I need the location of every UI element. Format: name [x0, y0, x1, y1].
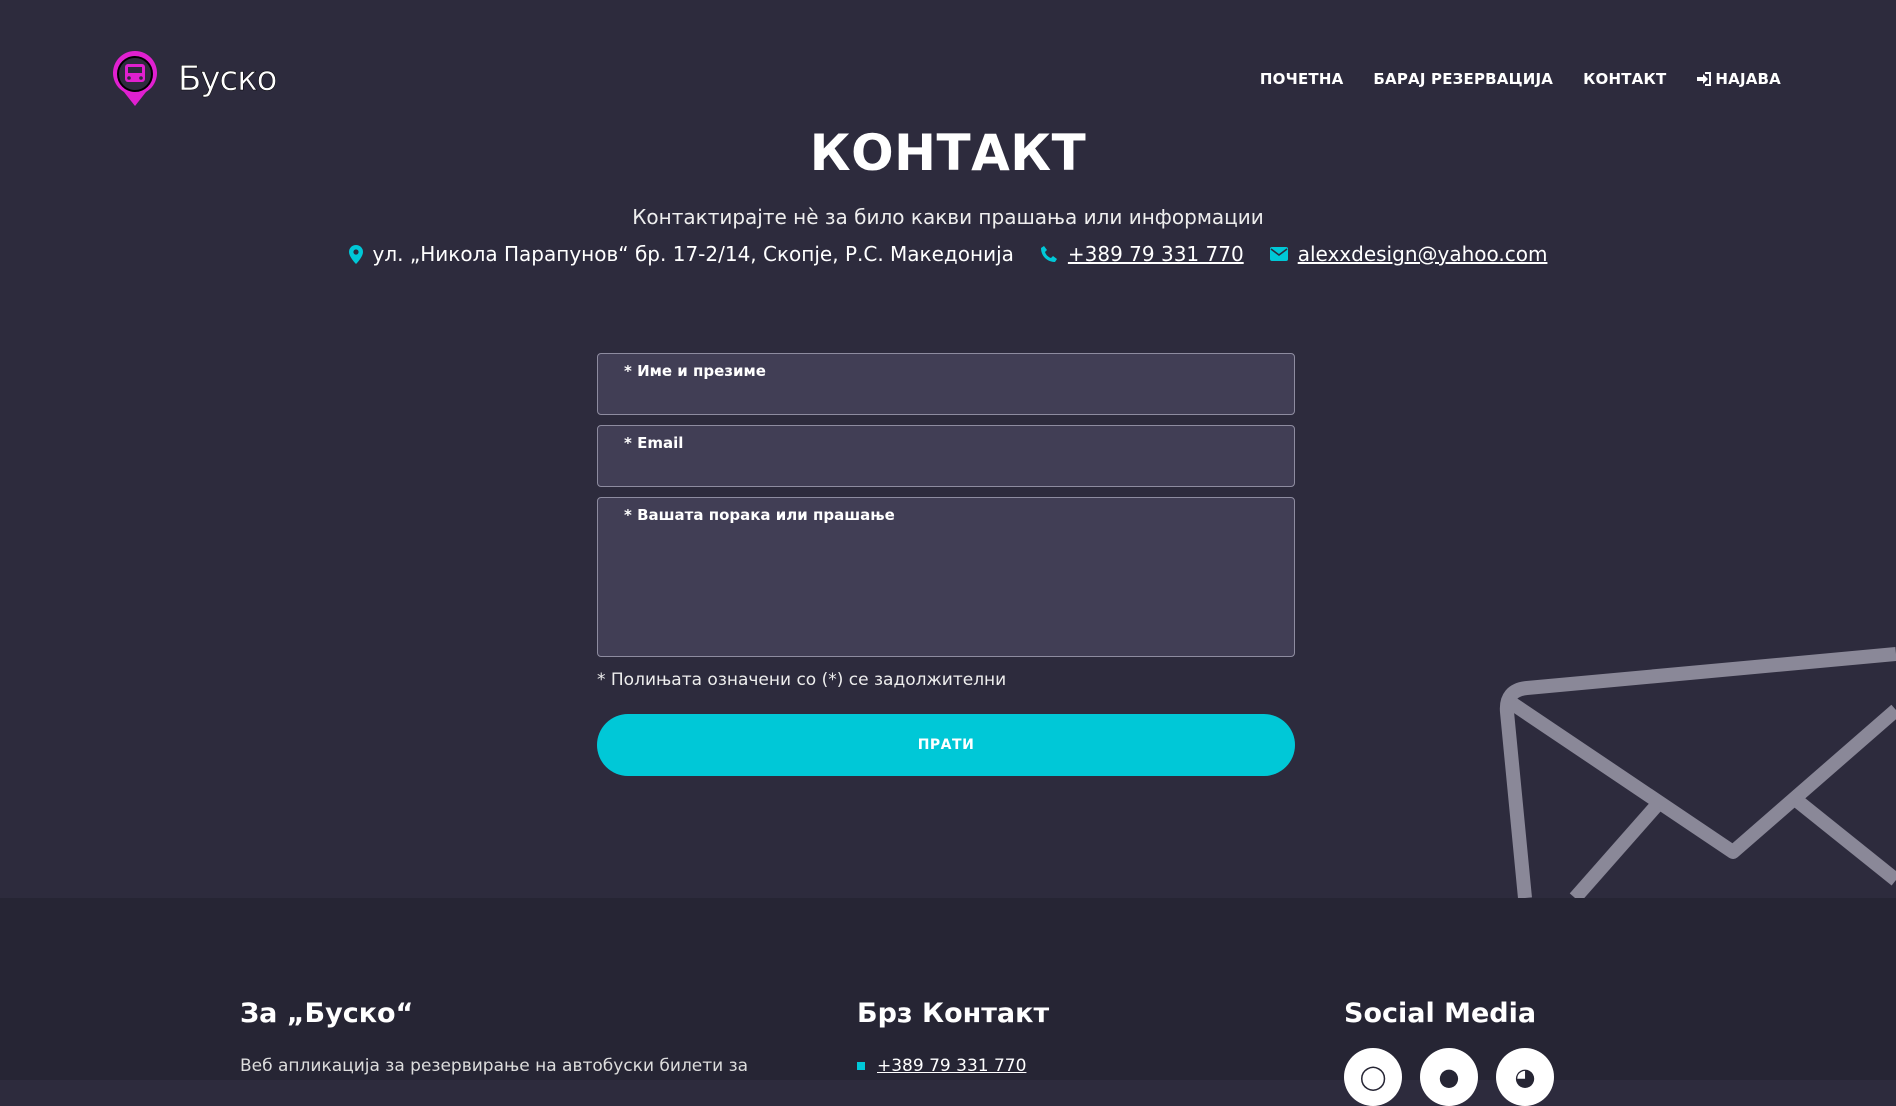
instagram-icon[interactable]: ◯ — [1344, 1048, 1402, 1106]
required-note: * Полињата означени со (*) се задолжител… — [597, 670, 1007, 690]
contact-info: ул. „Никола Парапунов“ бр. 17-2/14, Скоп… — [0, 242, 1896, 266]
github-icon[interactable]: ● — [1420, 1048, 1478, 1106]
phone-icon — [1040, 246, 1057, 262]
envelope-icon — [1269, 247, 1288, 261]
main-nav: ПОЧЕТНА БАРАЈ РЕЗЕРВАЦИЈА КОНТАКТ НАЈАВА — [1260, 70, 1781, 88]
logo-text: Буско — [178, 59, 278, 100]
footer-about-title: За „Буско“ — [240, 998, 414, 1029]
map-marker-icon — [348, 244, 363, 264]
sign-in-icon — [1697, 72, 1712, 86]
name-input[interactable] — [598, 354, 1294, 414]
address-text: ул. „Никола Парапунов“ бр. 17-2/14, Скоп… — [372, 242, 1014, 266]
footer-quick-contact: Брз Контакт +389 79 331 770 — [857, 998, 1050, 1076]
page-title: КОНТАКТ — [809, 124, 1087, 182]
footer-social-title: Social Media — [1344, 998, 1537, 1029]
nav-login[interactable]: НАЈАВА — [1696, 70, 1781, 88]
email-link[interactable]: alexxdesign@yahoo.com — [1298, 242, 1548, 266]
message-field-wrapper: * Вашата порака или прашање — [597, 497, 1295, 657]
bullet-icon — [857, 1062, 865, 1070]
footer-social: Social Media ◯ ● ◕ — [1344, 998, 1554, 1106]
nav-search-reservation[interactable]: БАРАЈ РЕЗЕРВАЦИЈА — [1373, 70, 1553, 88]
nav-home[interactable]: ПОЧЕТНА — [1260, 70, 1343, 88]
footer-quick-phone: +389 79 331 770 — [857, 1056, 1026, 1076]
name-field-wrapper: * Име и презиме — [597, 353, 1295, 415]
contact-phone: +389 79 331 770 — [1040, 242, 1244, 266]
bus-pin-logo-icon — [108, 50, 162, 108]
social-links: ◯ ● ◕ — [1344, 1048, 1554, 1106]
page-subtitle: Контактирајте нѐ за било какви прашања и… — [632, 205, 1264, 229]
footer-about: За „Буско“ Веб апликација за резервирање… — [240, 998, 748, 1076]
message-textarea[interactable] — [598, 498, 1294, 656]
email-field-wrapper: * Email — [597, 425, 1295, 487]
contact-email: alexxdesign@yahoo.com — [1269, 242, 1548, 266]
footer: За „Буско“ Веб апликација за резервирање… — [0, 898, 1896, 1106]
footer-about-text: Веб апликација за резервирање на автобус… — [240, 1056, 749, 1076]
footer-phone-link[interactable]: +389 79 331 770 — [877, 1056, 1026, 1076]
nav-login-label: НАЈАВА — [1715, 70, 1781, 88]
send-button[interactable]: ПРАТИ — [597, 714, 1295, 776]
footer-quick-title: Брз Контакт — [857, 998, 1050, 1029]
nav-contact[interactable]: КОНТАКТ — [1583, 70, 1666, 88]
globe-icon[interactable]: ◕ — [1496, 1048, 1554, 1106]
envelope-decoration-icon — [1499, 647, 1896, 898]
phone-link[interactable]: +389 79 331 770 — [1068, 242, 1244, 266]
logo[interactable]: Буско — [108, 50, 278, 108]
email-input[interactable] — [598, 426, 1294, 486]
contact-address: ул. „Никола Парапунов“ бр. 17-2/14, Скоп… — [348, 242, 1014, 266]
